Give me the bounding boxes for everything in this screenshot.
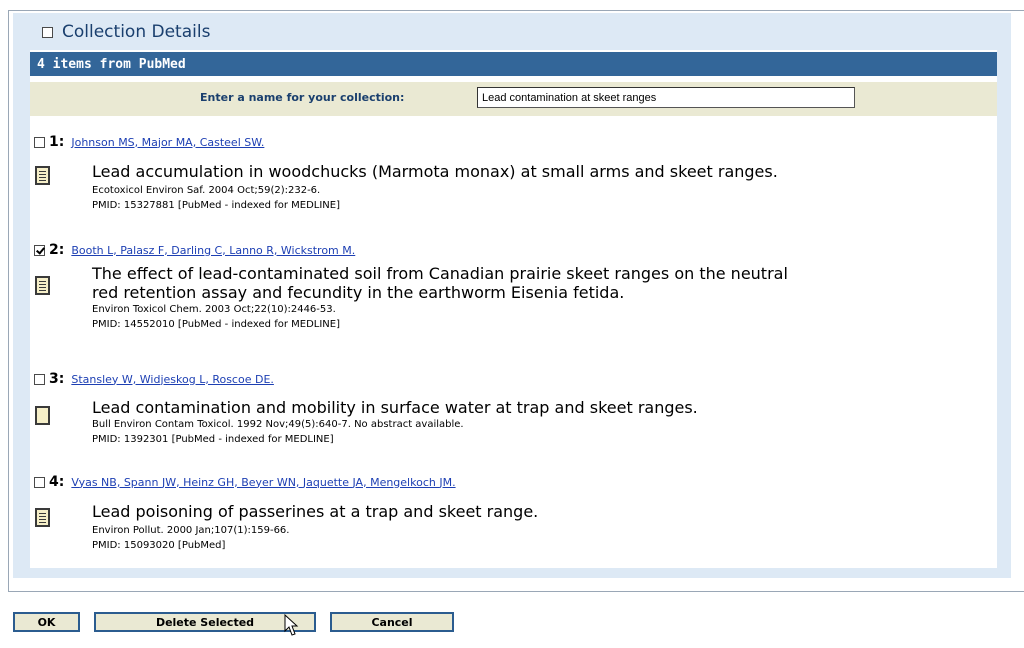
item-pmid: PMID: 1392301 [PubMed - indexed for MEDL… xyxy=(92,434,334,445)
abstract-document-icon[interactable] xyxy=(35,166,50,185)
item-header: 4: Vyas NB, Spann JW, Heinz GH, Beyer WN… xyxy=(34,474,456,490)
ok-button[interactable]: OK xyxy=(13,612,80,632)
item-number: 3: xyxy=(49,371,65,387)
source-label: 4 items from PubMed xyxy=(37,56,186,72)
collection-details-header[interactable]: Collection Details xyxy=(42,19,210,45)
item-title-line-2: red retention assay and fecundity in the… xyxy=(92,283,625,302)
item-pmid: PMID: 15327881 [PubMed - indexed for MED… xyxy=(92,200,340,211)
item-authors-link[interactable]: Booth L, Palasz F, Darling C, Lanno R, W… xyxy=(71,244,355,257)
item-citation: Environ Pollut. 2000 Jan;107(1):159-66. xyxy=(92,525,290,536)
source-bar: 4 items from PubMed xyxy=(30,52,997,76)
abstract-document-icon[interactable] xyxy=(35,508,50,527)
item-authors-link[interactable]: Johnson MS, Major MA, Casteel SW. xyxy=(71,136,264,149)
item-citation: Bull Environ Contam Toxicol. 1992 Nov;49… xyxy=(92,419,464,430)
item-number: 2: xyxy=(49,242,65,258)
item-checkbox[interactable] xyxy=(34,476,45,488)
item-checkbox[interactable] xyxy=(34,244,45,256)
item-number: 4: xyxy=(49,474,65,490)
item-checkbox[interactable] xyxy=(34,136,45,148)
delete-selected-button[interactable]: Delete Selected xyxy=(94,612,316,632)
item-pmid: PMID: 14552010 [PubMed - indexed for MED… xyxy=(92,319,340,330)
item-title-line-1: The effect of lead-contaminated soil fro… xyxy=(92,264,788,283)
item-header: 3: Stansley W, Widjeskog L, Roscoe DE. xyxy=(34,371,274,387)
item-authors-link[interactable]: Stansley W, Widjeskog L, Roscoe DE. xyxy=(71,373,274,386)
no-abstract-document-icon[interactable] xyxy=(35,406,50,425)
item-number: 1: xyxy=(49,134,65,150)
item-citation: Environ Toxicol Chem. 2003 Oct;22(10):24… xyxy=(92,304,336,315)
collection-details-toggle-checkbox[interactable] xyxy=(42,26,53,38)
item-pmid: PMID: 15093020 [PubMed] xyxy=(92,540,226,551)
item-title: Lead poisoning of passerines at a trap a… xyxy=(92,502,539,521)
item-header: 1: Johnson MS, Major MA, Casteel SW. xyxy=(34,134,264,150)
item-checkbox[interactable] xyxy=(34,373,45,385)
item-authors-link[interactable]: Vyas NB, Spann JW, Heinz GH, Beyer WN, J… xyxy=(71,476,455,489)
item-title: Lead contamination and mobility in surfa… xyxy=(92,398,698,417)
collection-details-label: Collection Details xyxy=(62,22,211,42)
collection-name-bar: Enter a name for your collection: xyxy=(30,82,997,116)
item-header: 2: Booth L, Palasz F, Darling C, Lanno R… xyxy=(34,242,355,258)
item-citation: Ecotoxicol Environ Saf. 2004 Oct;59(2):2… xyxy=(92,185,321,196)
collection-name-label: Enter a name for your collection: xyxy=(200,91,405,104)
cancel-button[interactable]: Cancel xyxy=(330,612,454,632)
collection-name-input[interactable] xyxy=(477,87,855,108)
mouse-pointer-icon xyxy=(284,614,299,636)
abstract-document-icon[interactable] xyxy=(35,276,50,295)
item-title: Lead accumulation in woodchucks (Marmota… xyxy=(92,162,778,181)
